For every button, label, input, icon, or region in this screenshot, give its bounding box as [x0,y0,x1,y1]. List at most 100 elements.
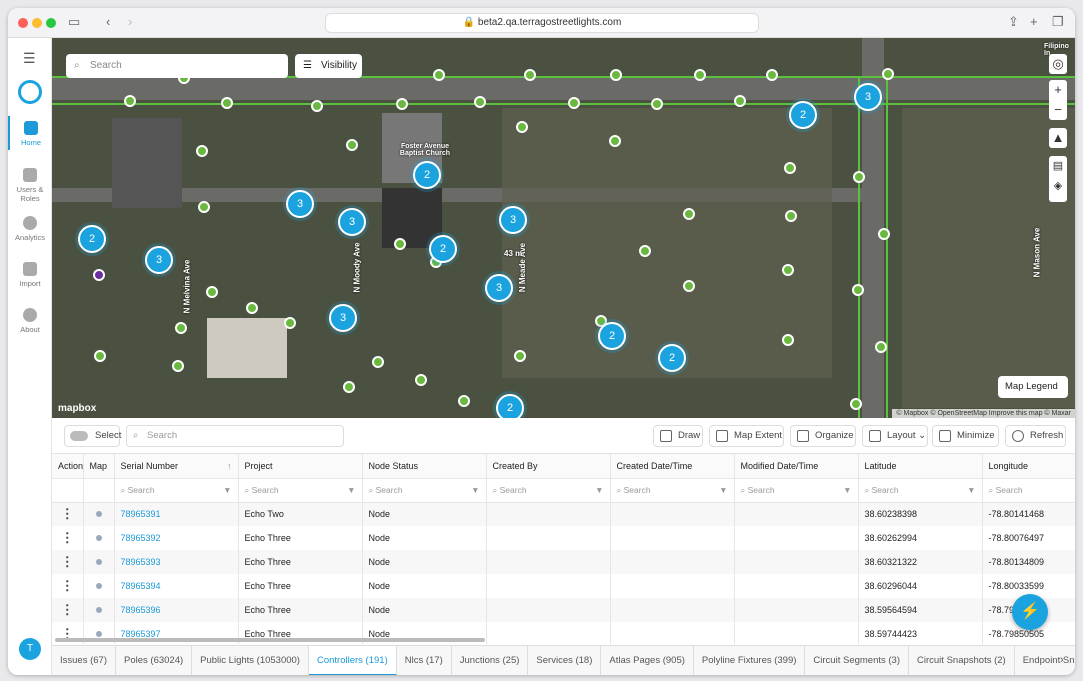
controller-pin[interactable] [346,139,358,151]
organize-button[interactable]: Organize [790,425,856,447]
row-actions-icon[interactable]: ⋮ [61,554,74,569]
column-header[interactable]: Longitude [982,454,1075,479]
quick-action-button[interactable]: ⚡ [1012,594,1048,630]
controller-pin[interactable] [284,317,296,329]
select-toggle[interactable]: Select [64,425,121,447]
controller-pin[interactable] [474,96,486,108]
controller-pin[interactable] [734,95,746,107]
controller-pin[interactable] [782,264,794,276]
cluster-marker[interactable]: 2 [78,225,106,253]
map-layers-control[interactable]: ▤ ◈ [1049,156,1067,202]
cluster-marker[interactable]: 2 [413,161,441,189]
serial-number-link[interactable]: 78965391 [121,509,161,519]
map-legend-button[interactable]: Map Legend ⌄ [998,376,1068,414]
tab-item[interactable]: Controllers (191) [308,646,397,675]
controller-pin[interactable] [610,69,622,81]
filter-icon[interactable]: ▼ [843,485,851,495]
filter-icon[interactable]: ▼ [471,485,479,495]
column-filter-input[interactable]: ⌕ Search ▼ [114,478,239,503]
tab-item[interactable]: Circuit Segments (3) [805,646,910,675]
controller-pin[interactable] [516,121,528,133]
column-header[interactable]: Created By [486,454,611,479]
sort-up-icon[interactable]: ↑ [227,461,232,471]
controller-pin[interactable] [433,69,445,81]
cluster-marker[interactable]: 3 [485,274,513,302]
column-filter-input[interactable]: ⌕ Search ▼ [238,478,363,503]
zoom-out-button[interactable]: − [1049,100,1067,120]
draw-button[interactable]: Draw [653,425,703,447]
serial-number-link[interactable]: 78965392 [121,533,161,543]
row-actions-icon[interactable]: ⋮ [61,602,74,617]
visibility-button[interactable]: ☰ Visibility [295,54,362,78]
column-filter-input[interactable]: ⌕ Search ▼ [610,478,735,503]
tab-item[interactable]: Nlcs (17) [397,646,452,675]
new-tab-icon[interactable]: + [1030,14,1038,29]
cluster-marker[interactable]: 3 [854,83,882,111]
zoom-control[interactable]: + − [1049,80,1067,120]
minimize-button[interactable]: Minimize [932,425,999,447]
table-row[interactable]: ⋮ 78965391 Echo Two Node 38.60238398 -78.8014… [52,502,1075,526]
controller-pin[interactable] [784,162,796,174]
row-actions-icon[interactable]: ⋮ [61,530,74,545]
tab-item[interactable]: Atlas Pages (905) [601,646,694,675]
address-bar[interactable]: 🔒 beta2.qa.terragostreetlights.com [325,13,759,33]
controller-pin[interactable] [246,302,258,314]
controller-pin[interactable] [683,280,695,292]
controller-pin[interactable] [198,201,210,213]
tab-item[interactable]: Public Lights (1053000) [192,646,309,675]
controller-pin[interactable] [372,356,384,368]
filter-icon[interactable]: ▼ [967,485,975,495]
column-filter-input[interactable]: ⌕ Search ▼ [486,478,611,503]
cluster-marker[interactable]: 2 [598,322,626,350]
table-row[interactable]: ⋮ 78965394 Echo Three Node 38.60296044 -78.80… [52,574,1075,598]
avatar[interactable]: T [19,638,41,660]
controller-pin[interactable] [396,98,408,110]
controller-pin[interactable] [172,360,184,372]
controller-pin[interactable] [514,350,526,362]
sidebar-item-import[interactable]: Import [8,262,52,288]
controller-pin[interactable] [94,350,106,362]
controller-pin[interactable] [683,208,695,220]
map-locate-icon[interactable] [95,535,102,541]
layout-button[interactable]: Layout ⌄ [862,425,928,447]
map-locate-icon[interactable] [95,607,102,613]
map-locate-icon[interactable] [95,511,102,518]
filter-icon[interactable]: ▼ [347,485,355,495]
controller-pin[interactable] [694,69,706,81]
controller-pin[interactable] [175,322,187,334]
controller-pin[interactable] [196,145,208,157]
cluster-marker[interactable]: 3 [499,206,527,234]
column-header[interactable]: Created Date/Time [610,454,735,479]
controller-pin[interactable] [639,245,651,257]
column-header[interactable]: Latitude [858,454,983,479]
zoom-in-button[interactable]: + [1049,80,1067,100]
minimize-window-button[interactable] [32,18,42,28]
locate-icon[interactable]: ◎ [1049,54,1067,74]
compass-icon[interactable]: ▲ [1049,128,1067,148]
controller-pin[interactable] [394,238,406,250]
tab-item[interactable]: Issues (67) [52,646,116,675]
controller-pin[interactable] [311,100,323,112]
controller-pin[interactable] [766,69,778,81]
horizontal-scrollbar[interactable] [55,638,485,642]
menu-icon[interactable]: ☰ [23,50,36,67]
map-search-input[interactable]: ⌕ Search [66,54,288,78]
map-view[interactable]: 3 2 2 3 3 2 3 2 3 3 2 3 2 2 Foster Avenu… [52,38,1075,418]
back-icon[interactable]: ‹ [106,14,110,29]
controller-pin[interactable] [609,135,621,147]
controller-pin[interactable] [875,341,887,353]
controller-pin[interactable] [568,97,580,109]
column-filter-input[interactable]: ⌕ Search ▼ [734,478,859,503]
map-extent-button[interactable]: Map Extent [709,425,784,447]
map-icon[interactable]: ▤ [1049,156,1067,176]
column-filter-input[interactable]: ⌕ Search [982,478,1075,503]
filter-icon[interactable]: ▼ [719,485,727,495]
sidebar-item-about[interactable]: About [8,308,52,334]
table-row[interactable]: ⋮ 78965396 Echo Three Node 38.59564594 -78.79… [52,598,1075,622]
chevron-right-icon[interactable]: › [1060,654,1064,666]
cluster-marker[interactable]: 3 [286,190,314,218]
controller-pin[interactable] [878,228,890,240]
grid-search-input[interactable]: ⌕ Search [126,425,344,447]
controller-pin[interactable] [206,286,218,298]
share-icon[interactable]: ⇪ [1008,14,1019,30]
